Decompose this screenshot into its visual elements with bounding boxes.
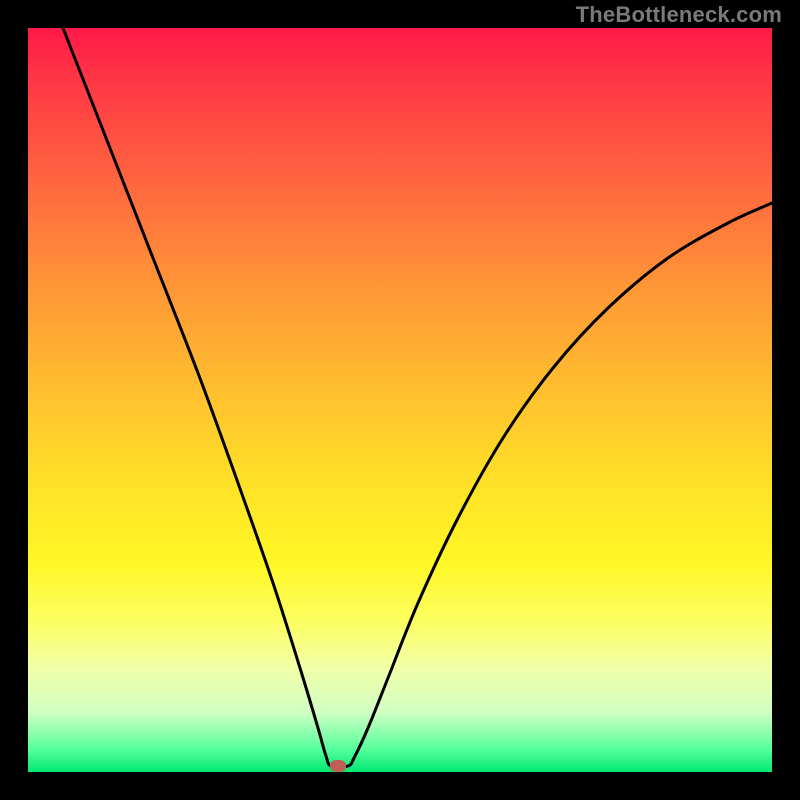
chart-frame: TheBottleneck.com [0,0,800,800]
plot-area [28,28,772,772]
curve-layer [28,28,772,772]
bottleneck-curve [63,28,772,767]
min-marker-icon [330,760,346,772]
watermark-text: TheBottleneck.com [576,2,782,28]
